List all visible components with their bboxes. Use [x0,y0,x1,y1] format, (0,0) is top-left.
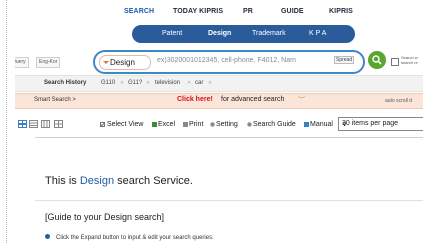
auto-scroll-label[interactable]: auto scroll d [385,98,412,104]
view-list-icon[interactable] [18,120,27,128]
category-select-value: Design [110,58,135,67]
excel-icon [152,122,157,127]
guide-title: [Guide to your Design search] [45,212,165,222]
view-gallery-icon[interactable] [54,120,63,128]
category-select[interactable]: Design [99,55,151,70]
top-nav-search[interactable]: SEARCH [124,8,154,15]
magnifier-icon [372,55,382,65]
top-nav-guide[interactable]: GUIDE [281,8,304,15]
top-nav: SEARCH TODAY KIPRIS PR GUIDE KIPRIS [15,8,423,22]
sub-nav-design[interactable]: Design [208,30,231,37]
chevron-down-icon: ∨ [342,121,348,128]
gear-icon [210,122,215,127]
search-button[interactable] [368,51,386,69]
result-toolbar: Select View Excel Print Setting Search G… [15,116,423,132]
view-grid-icon[interactable] [41,120,50,128]
left-dotted-border [6,0,7,243]
sub-nav: Patent Design Trademark K P A [132,25,355,43]
top-nav-today-kipris[interactable]: TODAY KIPRIS [173,8,223,15]
per-page-select[interactable]: 30 items per page ∨ [338,117,423,131]
sub-nav-patent[interactable]: Patent [162,30,182,37]
service-title: This is Design search Service. [45,175,193,187]
close-icon[interactable]: ✕ [208,80,212,86]
manual-button[interactable]: Manual [310,121,333,128]
chevron-down-icon[interactable]: ︶ [298,95,305,105]
sub-nav-kpa[interactable]: K P A [309,30,326,37]
spread-button[interactable]: Spread [334,56,355,64]
smart-search-bar: Smart Search > Click here! for advanced … [15,93,423,109]
print-icon [183,122,188,127]
history-item[interactable]: car [195,80,203,86]
search-within-checkbox[interactable] [391,58,399,66]
smart-search-label[interactable]: Smart Search > [34,97,76,103]
divider [35,200,423,201]
search-within-label: Search w search re [401,55,418,65]
top-nav-pr[interactable]: PR [243,8,253,15]
service-title-highlight: Design [79,175,115,187]
history-item[interactable]: G11? [128,80,142,86]
manual-icon [304,122,309,127]
service-title-suffix: search Service. [114,175,193,187]
sub-nav-trademark[interactable]: Trademark [252,30,286,37]
select-view-label[interactable]: Select View [107,121,143,128]
select-view-checkbox-icon[interactable] [100,122,105,127]
setting-button[interactable]: Setting [216,121,238,128]
view-thumbnail-icon[interactable] [29,120,38,128]
guide-item-text: Click the Expand button to input & edit … [56,235,214,241]
search-within-line2: search re [401,60,418,65]
divider [35,137,423,138]
print-button[interactable]: Print [189,121,203,128]
search-history-bar: Search History G110 ✕ G11? ✕ television … [15,75,423,92]
excel-button[interactable]: Excel [158,121,175,128]
close-icon[interactable]: ✕ [146,80,150,86]
kipris-page: SEARCH TODAY KIPRIS PR GUIDE KIPRIS Pate… [15,0,423,243]
search-input[interactable]: ex)3020001012345, cell-phone, F4012, Nam [157,57,296,64]
top-nav-kipris[interactable]: KIPRIS [329,8,353,15]
search-history-label: Search History [44,80,87,86]
search-guide-button[interactable]: Search Guide [253,121,296,128]
history-item[interactable]: television [155,80,180,86]
guide-item: Click the Expand button to input & edit … [45,234,214,241]
dropdown-arrow-icon [103,61,109,64]
advanced-search-text: for advanced search [221,96,285,103]
query-tag[interactable]: Query [15,57,29,68]
close-icon[interactable]: ✕ [187,80,191,86]
service-title-prefix: This is [45,175,80,187]
search-box: Design ex)3020001012345, cell-phone, F40… [93,50,365,74]
bullet-icon [45,234,50,239]
history-item[interactable]: G110 [101,80,115,86]
close-icon[interactable]: ✕ [120,80,124,86]
guide-icon [247,122,252,127]
eng-kor-tag[interactable]: Eng-Kor [36,57,61,68]
advanced-search-link[interactable]: Click here! [177,96,213,103]
